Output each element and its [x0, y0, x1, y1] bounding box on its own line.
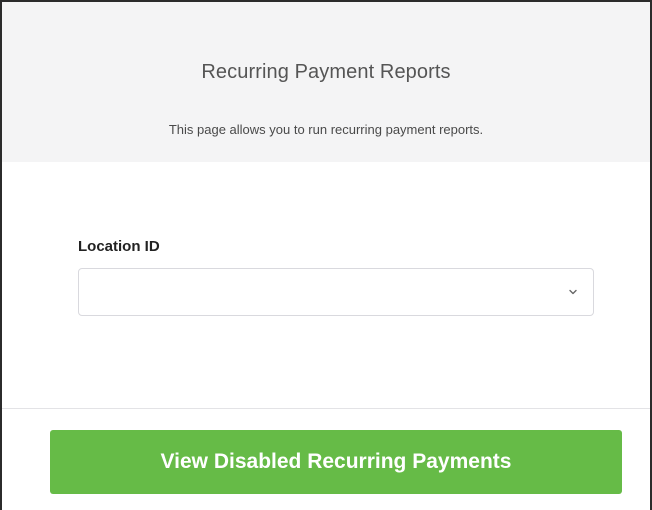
- location-id-label: Location ID: [78, 238, 160, 255]
- page-description: This page allows you to run recurring pa…: [168, 122, 484, 137]
- page-title: Recurring Payment Reports: [201, 61, 451, 83]
- view-disabled-recurring-payments-button[interactable]: View Disabled Recurring Payments: [50, 430, 622, 494]
- report-panel: Recurring Payment Reports This page allo…: [0, 0, 652, 510]
- location-id-select[interactable]: [78, 268, 594, 316]
- section-divider: [2, 408, 650, 409]
- chevron-down-icon: [569, 289, 577, 295]
- page-header: Recurring Payment Reports This page allo…: [2, 2, 650, 162]
